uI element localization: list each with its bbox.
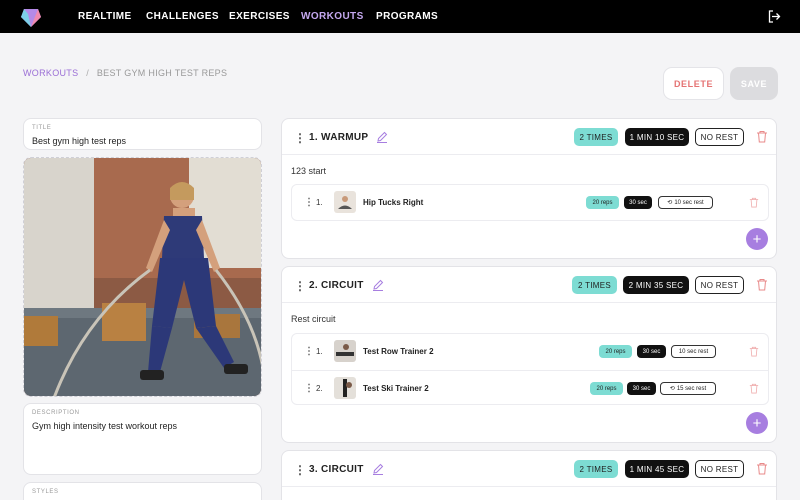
nav-exercises[interactable]: EXERCISES bbox=[229, 11, 290, 22]
exercise-rest-badge[interactable]: ⟲ 10 sec rest bbox=[658, 196, 713, 209]
times-badge[interactable]: 2 TIMES bbox=[574, 128, 618, 146]
exercise-duration-badge[interactable]: 30 sec bbox=[624, 196, 652, 209]
section-header: ⋮ 3. CIRCUIT 2 TIMES 1 MIN 45 SEC NO RES… bbox=[282, 451, 776, 487]
duration-badge[interactable]: 2 MIN 35 SEC bbox=[623, 276, 689, 294]
duration-badge[interactable]: 1 MIN 10 SEC bbox=[625, 128, 689, 146]
exercise-number: 2. bbox=[316, 384, 323, 393]
section-description: Rest circuit bbox=[291, 314, 336, 324]
drag-handle-icon[interactable]: ⋮ bbox=[294, 463, 306, 477]
styles-label: STYLES bbox=[32, 489, 59, 495]
workout-section: ⋮ 1. WARMUP 2 TIMES 1 MIN 10 SEC NO REST… bbox=[281, 118, 777, 259]
trash-icon[interactable] bbox=[756, 130, 768, 143]
nav-programs[interactable]: PROGRAMS bbox=[376, 11, 438, 22]
workout-section: ⋮ 3. CIRCUIT 2 TIMES 1 MIN 45 SEC NO RES… bbox=[281, 450, 777, 500]
exercise-thumbnail bbox=[334, 377, 356, 399]
breadcrumb-current: BEST GYM HIGH TEST REPS bbox=[96, 68, 228, 78]
duration-badge[interactable]: 1 MIN 45 SEC bbox=[625, 460, 689, 478]
description-label: DESCRIPTION bbox=[32, 410, 80, 416]
save-button[interactable]: SAVE bbox=[730, 67, 778, 100]
exercise-duration-badge[interactable]: 30 sec bbox=[637, 345, 666, 358]
exercise-rest-badge[interactable]: 10 sec rest bbox=[671, 345, 716, 358]
trash-icon[interactable] bbox=[749, 346, 759, 357]
times-badge[interactable]: 2 TIMES bbox=[572, 276, 617, 294]
section-header: ⋮ 2. CIRCUIT 2 TIMES 2 MIN 35 SEC NO RES… bbox=[282, 267, 776, 303]
section-description: 123 start bbox=[291, 166, 327, 176]
rest-badge[interactable]: NO REST bbox=[695, 128, 744, 146]
description-field[interactable]: DESCRIPTION Gym high intensity test work… bbox=[23, 403, 262, 475]
exercise-name: Hip Tucks Right bbox=[363, 198, 424, 207]
logout-icon[interactable] bbox=[768, 10, 781, 23]
top-navigation: REALTIME CHALLENGES EXERCISES WORKOUTS P… bbox=[0, 0, 800, 33]
exercise-rest-badge[interactable]: ⟲ 15 sec rest bbox=[660, 382, 716, 395]
reps-badge[interactable]: 20 reps bbox=[586, 196, 619, 209]
breadcrumb: WORKOUTS / BEST GYM HIGH TEST REPS bbox=[23, 68, 227, 78]
edit-pencil-icon[interactable] bbox=[376, 131, 388, 143]
exercise-list: ⋮ 1. Test Row Trainer 2 20 reps 30 sec 1… bbox=[291, 333, 769, 405]
rest-badge[interactable]: NO REST bbox=[695, 276, 744, 294]
reps-badge[interactable]: 20 reps bbox=[599, 345, 632, 358]
reps-badge[interactable]: 20 reps bbox=[590, 382, 623, 395]
drag-handle-icon[interactable]: ⋮ bbox=[304, 346, 314, 357]
workout-cover-image[interactable] bbox=[23, 157, 262, 397]
trash-icon[interactable] bbox=[756, 462, 768, 475]
breadcrumb-workouts-link[interactable]: WORKOUTS bbox=[23, 68, 78, 78]
exercise-thumbnail bbox=[334, 191, 356, 213]
title-label: TITLE bbox=[32, 125, 52, 131]
delete-button[interactable]: DELETE bbox=[663, 67, 724, 100]
nav-challenges[interactable]: CHALLENGES bbox=[146, 11, 219, 22]
exercise-row[interactable]: ⋮ 1. Hip Tucks Right 20 reps 30 sec ⟲ 10 … bbox=[292, 185, 768, 221]
drag-handle-icon[interactable]: ⋮ bbox=[304, 197, 314, 208]
exercise-row[interactable]: ⋮ 2. Test Ski Trainer 2 20 reps 30 sec ⟲… bbox=[292, 370, 768, 406]
breadcrumb-separator: / bbox=[86, 68, 90, 78]
description-input[interactable]: Gym high intensity test workout reps bbox=[32, 421, 177, 431]
cover-photo-illustration bbox=[24, 158, 261, 396]
section-title: 2. CIRCUIT bbox=[309, 280, 364, 291]
repeat-icon: ⟲ bbox=[667, 200, 673, 206]
edit-pencil-icon[interactable] bbox=[372, 463, 384, 475]
repeat-icon: ⟲ bbox=[669, 386, 675, 392]
exercise-name: Test Ski Trainer 2 bbox=[363, 384, 429, 393]
exercise-number: 1. bbox=[316, 198, 323, 207]
trash-icon[interactable] bbox=[749, 197, 759, 208]
exercise-name: Test Row Trainer 2 bbox=[363, 347, 434, 356]
exercise-row[interactable]: ⋮ 1. Test Row Trainer 2 20 reps 30 sec 1… bbox=[292, 334, 768, 370]
edit-pencil-icon[interactable] bbox=[372, 279, 384, 291]
exercise-thumbnail bbox=[334, 340, 356, 362]
exercise-rest-label: 15 sec rest bbox=[676, 385, 707, 392]
trash-icon[interactable] bbox=[756, 278, 768, 291]
exercise-duration-badge[interactable]: 30 sec bbox=[627, 382, 656, 395]
drag-handle-icon[interactable]: ⋮ bbox=[304, 383, 314, 394]
drag-handle-icon[interactable]: ⋮ bbox=[294, 131, 306, 145]
trash-icon[interactable] bbox=[749, 383, 759, 394]
exercise-rest-label: 10 sec rest bbox=[674, 199, 704, 206]
add-exercise-button[interactable]: + bbox=[746, 228, 768, 250]
nav-realtime[interactable]: REALTIME bbox=[78, 11, 132, 22]
section-title: 1. WARMUP bbox=[309, 132, 369, 143]
exercise-number: 1. bbox=[316, 347, 323, 356]
rest-badge[interactable]: NO REST bbox=[695, 460, 744, 478]
section-title: 3. CIRCUIT bbox=[309, 464, 364, 475]
styles-field[interactable]: STYLES bbox=[23, 482, 262, 500]
workout-section: ⋮ 2. CIRCUIT 2 TIMES 2 MIN 35 SEC NO RES… bbox=[281, 266, 777, 443]
title-field[interactable]: TITLE Best gym high test reps bbox=[23, 118, 262, 150]
brand-logo-icon[interactable] bbox=[20, 6, 42, 28]
exercise-rest-label: 10 sec rest bbox=[678, 348, 709, 355]
exercise-list: ⋮ 1. Hip Tucks Right 20 reps 30 sec ⟲ 10 … bbox=[291, 184, 769, 221]
section-header: ⋮ 1. WARMUP 2 TIMES 1 MIN 10 SEC NO REST bbox=[282, 119, 776, 155]
nav-workouts[interactable]: WORKOUTS bbox=[301, 11, 364, 22]
drag-handle-icon[interactable]: ⋮ bbox=[294, 279, 306, 293]
times-badge[interactable]: 2 TIMES bbox=[574, 460, 618, 478]
add-exercise-button[interactable]: + bbox=[746, 412, 768, 434]
title-input[interactable]: Best gym high test reps bbox=[32, 136, 126, 146]
